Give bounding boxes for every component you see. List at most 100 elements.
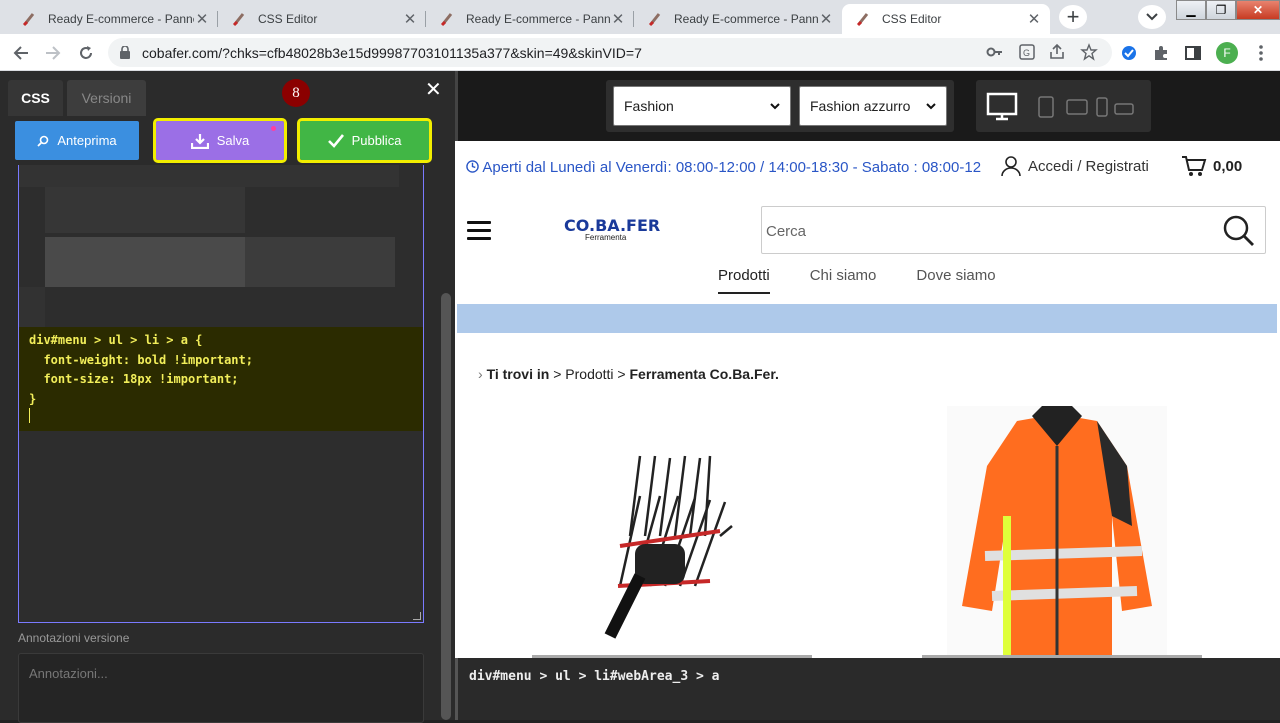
arrow-left-icon (13, 46, 28, 60)
svg-text:G: G (1023, 48, 1030, 58)
product-image-jacket[interactable] (947, 406, 1167, 658)
extension-shield-icon[interactable] (1120, 44, 1138, 62)
close-icon[interactable]: ✕ (1026, 11, 1042, 28)
chevron-down-icon (926, 102, 936, 109)
blurred-code (45, 237, 245, 287)
phone-landscape-icon[interactable] (1114, 103, 1134, 115)
back-button[interactable] (10, 42, 32, 64)
menu-item-chi-siamo[interactable]: Chi siamo (810, 267, 877, 294)
cart-icon (1182, 156, 1207, 176)
unsaved-dot (271, 126, 276, 131)
search-icon (37, 135, 49, 147)
brush-icon (440, 13, 453, 27)
forward-button[interactable] (42, 42, 64, 64)
blurred-code (45, 187, 245, 233)
user-icon (1001, 156, 1021, 177)
tablet-landscape-icon[interactable] (1066, 99, 1088, 115)
tab-versions[interactable]: Versioni (67, 80, 146, 116)
banner-bar (457, 304, 1277, 333)
close-icon[interactable]: ✕ (818, 11, 834, 28)
selector-path: div#menu > ul > li#webArea_3 > a (469, 669, 720, 684)
puzzle-icon[interactable] (1152, 44, 1170, 62)
preview-button[interactable]: Anteprima (15, 121, 139, 160)
scrollbar[interactable] (441, 293, 451, 720)
browser-tab-active[interactable]: CSS Editor ✕ (842, 4, 1050, 34)
skin-variant-select[interactable]: Fashion azzurro (799, 86, 947, 126)
tab-css[interactable]: CSS (8, 80, 63, 116)
text-cursor (29, 408, 30, 423)
hamburger-menu-icon[interactable] (467, 221, 491, 245)
cart-link[interactable]: 0,00 (1181, 155, 1242, 177)
skin-selectors: Fashion Fashion azzurro (606, 80, 954, 132)
close-icon[interactable]: ✕ (610, 11, 626, 28)
key-icon[interactable] (986, 43, 1004, 61)
step-badge: 8 (282, 79, 310, 107)
profile-avatar[interactable]: F (1216, 42, 1238, 64)
browser-tab[interactable]: Ready E-commerce - Pannello ✕ (8, 4, 218, 34)
resize-handle[interactable] (413, 612, 421, 620)
skin-select[interactable]: Fashion (613, 86, 791, 126)
new-tab-button[interactable]: + (1059, 4, 1087, 29)
brush-icon (856, 13, 869, 27)
brush-icon (648, 13, 661, 27)
tablet-portrait-icon[interactable] (1038, 96, 1054, 118)
window-close-button[interactable]: ✕ (1236, 0, 1280, 20)
blurred-code (19, 287, 45, 327)
css-code-editor[interactable]: div#menu > ul > li > a { font-weight: bo… (18, 165, 424, 623)
arrow-right-icon (46, 46, 61, 60)
device-switcher (976, 80, 1151, 132)
menu-item-prodotti[interactable]: Prodotti (718, 267, 770, 294)
site-header: CO.BA.FER Ferramenta Cerca Prodotti Chi … (455, 195, 1280, 305)
checkmark-icon (327, 133, 344, 148)
selector-status-bar: div#menu > ul > li#webArea_3 > a (455, 658, 1280, 720)
phone-portrait-icon[interactable] (1096, 97, 1108, 117)
address-bar[interactable]: cobafer.com/?chks=cfb48028b3e15d99987703… (108, 38, 1112, 67)
site-preview-panel: Fashion Fashion azzurro Aperti dal Luned… (455, 71, 1280, 720)
window-controls: ▁ ❐ ✕ (1176, 0, 1280, 20)
save-button[interactable]: Salva (153, 118, 287, 163)
code-highlight-block: div#menu > ul > li > a { font-weight: bo… (19, 327, 423, 431)
share-icon[interactable] (1048, 43, 1066, 61)
menu-item-dove-siamo[interactable]: Dove siamo (916, 267, 995, 294)
desktop-icon[interactable] (986, 92, 1018, 122)
kebab-menu-icon[interactable] (1252, 44, 1270, 62)
url-text: cobafer.com/?chks=cfb48028b3e15d99987703… (142, 45, 642, 61)
account-link[interactable]: Accedi / Registrati (1000, 155, 1149, 177)
browser-toolbar: cobafer.com/?chks=cfb48028b3e15d99987703… (0, 34, 1280, 71)
css-code: div#menu > ul > li > a { font-weight: bo… (29, 333, 253, 406)
lock-icon (120, 46, 130, 59)
tab-search-button[interactable] (1138, 5, 1166, 29)
brush-icon (232, 13, 245, 27)
chevron-down-icon (1146, 13, 1158, 21)
close-icon[interactable]: ✕ (425, 77, 442, 102)
version-notes-input[interactable]: Annotazioni... (18, 653, 424, 723)
reload-button[interactable] (75, 42, 97, 64)
translate-icon[interactable]: G (1018, 43, 1036, 61)
search-icon[interactable] (1223, 215, 1255, 247)
preview-toolbar: Fashion Fashion azzurro (455, 71, 1280, 141)
breadcrumb-link[interactable]: Prodotti (565, 366, 613, 382)
chevron-right-icon: > (553, 366, 562, 382)
close-icon[interactable]: ✕ (402, 11, 418, 28)
logo-subtitle: Ferramenta (585, 233, 627, 242)
opening-hours: Aperti dal Lunedì al Venerdì: 08:00-12:0… (466, 159, 981, 176)
clock-icon (466, 160, 479, 173)
side-panel-icon[interactable] (1184, 44, 1202, 62)
browser-tab[interactable]: CSS Editor ✕ (218, 4, 426, 34)
minimize-button[interactable]: ▁ (1176, 0, 1206, 20)
chevron-right-icon: › (478, 366, 483, 382)
browser-tab[interactable]: Ready E-commerce - Pannello ✕ (634, 4, 842, 34)
publish-button[interactable]: Pubblica (297, 118, 432, 163)
download-icon (190, 133, 209, 149)
breadcrumb-current: Ferramenta Co.Ba.Fer. (629, 366, 779, 382)
maximize-button[interactable]: ❐ (1206, 0, 1236, 20)
product-image-rake[interactable] (560, 436, 810, 666)
star-icon[interactable] (1080, 43, 1098, 61)
search-input[interactable]: Cerca (761, 206, 1266, 254)
close-icon[interactable]: ✕ (194, 11, 210, 28)
info-bar: Aperti dal Lunedì al Venerdì: 08:00-12:0… (455, 141, 1280, 195)
browser-tab-strip: Ready E-commerce - Pannello ✕ CSS Editor… (0, 0, 1280, 34)
css-editor-panel: CSS Versioni 8 ✕ Anteprima Salva Pubblic… (0, 71, 455, 723)
brush-icon (22, 13, 35, 27)
browser-tab[interactable]: Ready E-commerce - Pannello ✕ (426, 4, 634, 34)
